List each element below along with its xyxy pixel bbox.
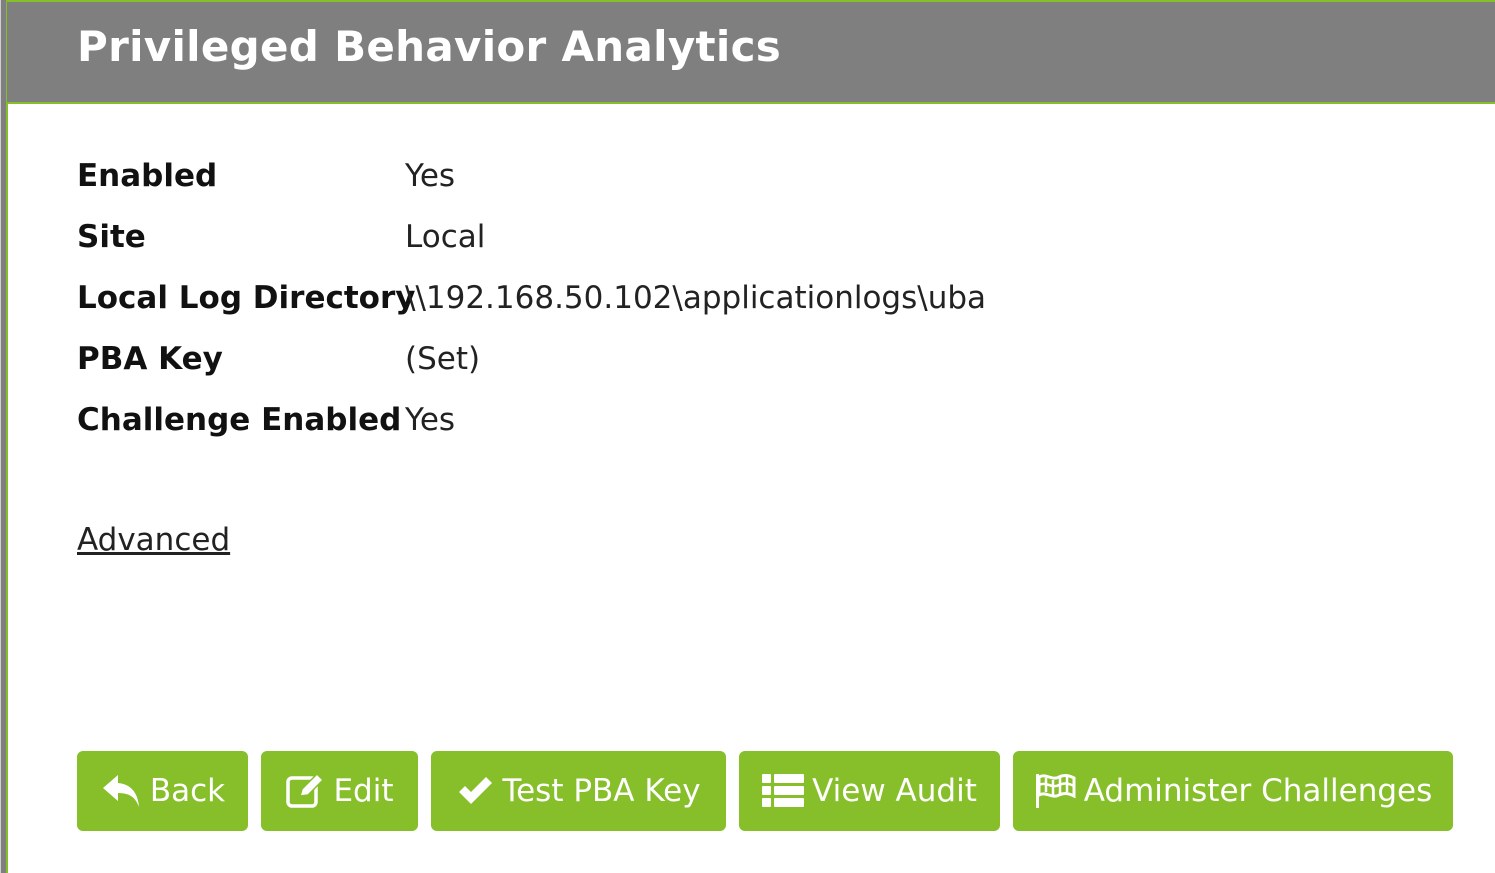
- advanced-link[interactable]: Advanced: [77, 522, 230, 558]
- page-title: Privileged Behavior Analytics: [77, 22, 782, 71]
- detail-row-site: Site Local: [77, 219, 986, 280]
- details-list: Enabled Yes Site Local Local Log Directo…: [77, 158, 986, 463]
- left-edge-bar: [1, 0, 8, 873]
- detail-label: PBA Key: [77, 341, 223, 377]
- test-pba-key-button[interactable]: Test PBA Key: [431, 751, 726, 831]
- page: Privileged Behavior Analytics Enabled Ye…: [0, 0, 1495, 873]
- edit-button[interactable]: Edit: [261, 751, 418, 831]
- detail-value: Yes: [405, 402, 456, 438]
- edit-button-label: Edit: [333, 773, 394, 809]
- detail-label: Site: [77, 219, 146, 255]
- detail-label: Local Log Directory: [77, 280, 416, 316]
- test-pba-key-button-label: Test PBA Key: [502, 773, 701, 809]
- edit-icon: [285, 772, 325, 810]
- accent-line: [6, 0, 8, 873]
- flag-icon: [1034, 772, 1076, 810]
- detail-row-local-log-directory: Local Log Directory \\192.168.50.102\app…: [77, 280, 986, 341]
- detail-value: \\192.168.50.102\applicationlogs\uba: [405, 280, 987, 316]
- action-bar: Back Edit Test PBA Key View Audit Admini…: [77, 751, 1453, 831]
- administer-challenges-button-label: Administer Challenges: [1083, 773, 1433, 809]
- detail-value: Yes: [405, 158, 456, 194]
- reply-arrow-icon: [100, 771, 142, 811]
- view-audit-button-label: View Audit: [812, 773, 977, 809]
- page-header: Privileged Behavior Analytics: [7, 0, 1495, 104]
- list-icon: [762, 773, 805, 809]
- detail-row-challenge-enabled: Challenge Enabled Yes: [77, 402, 986, 463]
- back-button-label: Back: [149, 773, 226, 809]
- detail-label: Enabled: [77, 158, 218, 194]
- detail-label: Challenge Enabled: [77, 402, 402, 438]
- detail-row-pba-key: PBA Key (Set): [77, 341, 986, 402]
- detail-row-enabled: Enabled Yes: [77, 158, 986, 219]
- back-button[interactable]: Back: [77, 751, 248, 831]
- view-audit-button[interactable]: View Audit: [739, 751, 1000, 831]
- detail-value: Local: [405, 219, 486, 255]
- check-icon: [456, 774, 494, 808]
- administer-challenges-button[interactable]: Administer Challenges: [1013, 751, 1453, 831]
- detail-value: (Set): [405, 341, 481, 377]
